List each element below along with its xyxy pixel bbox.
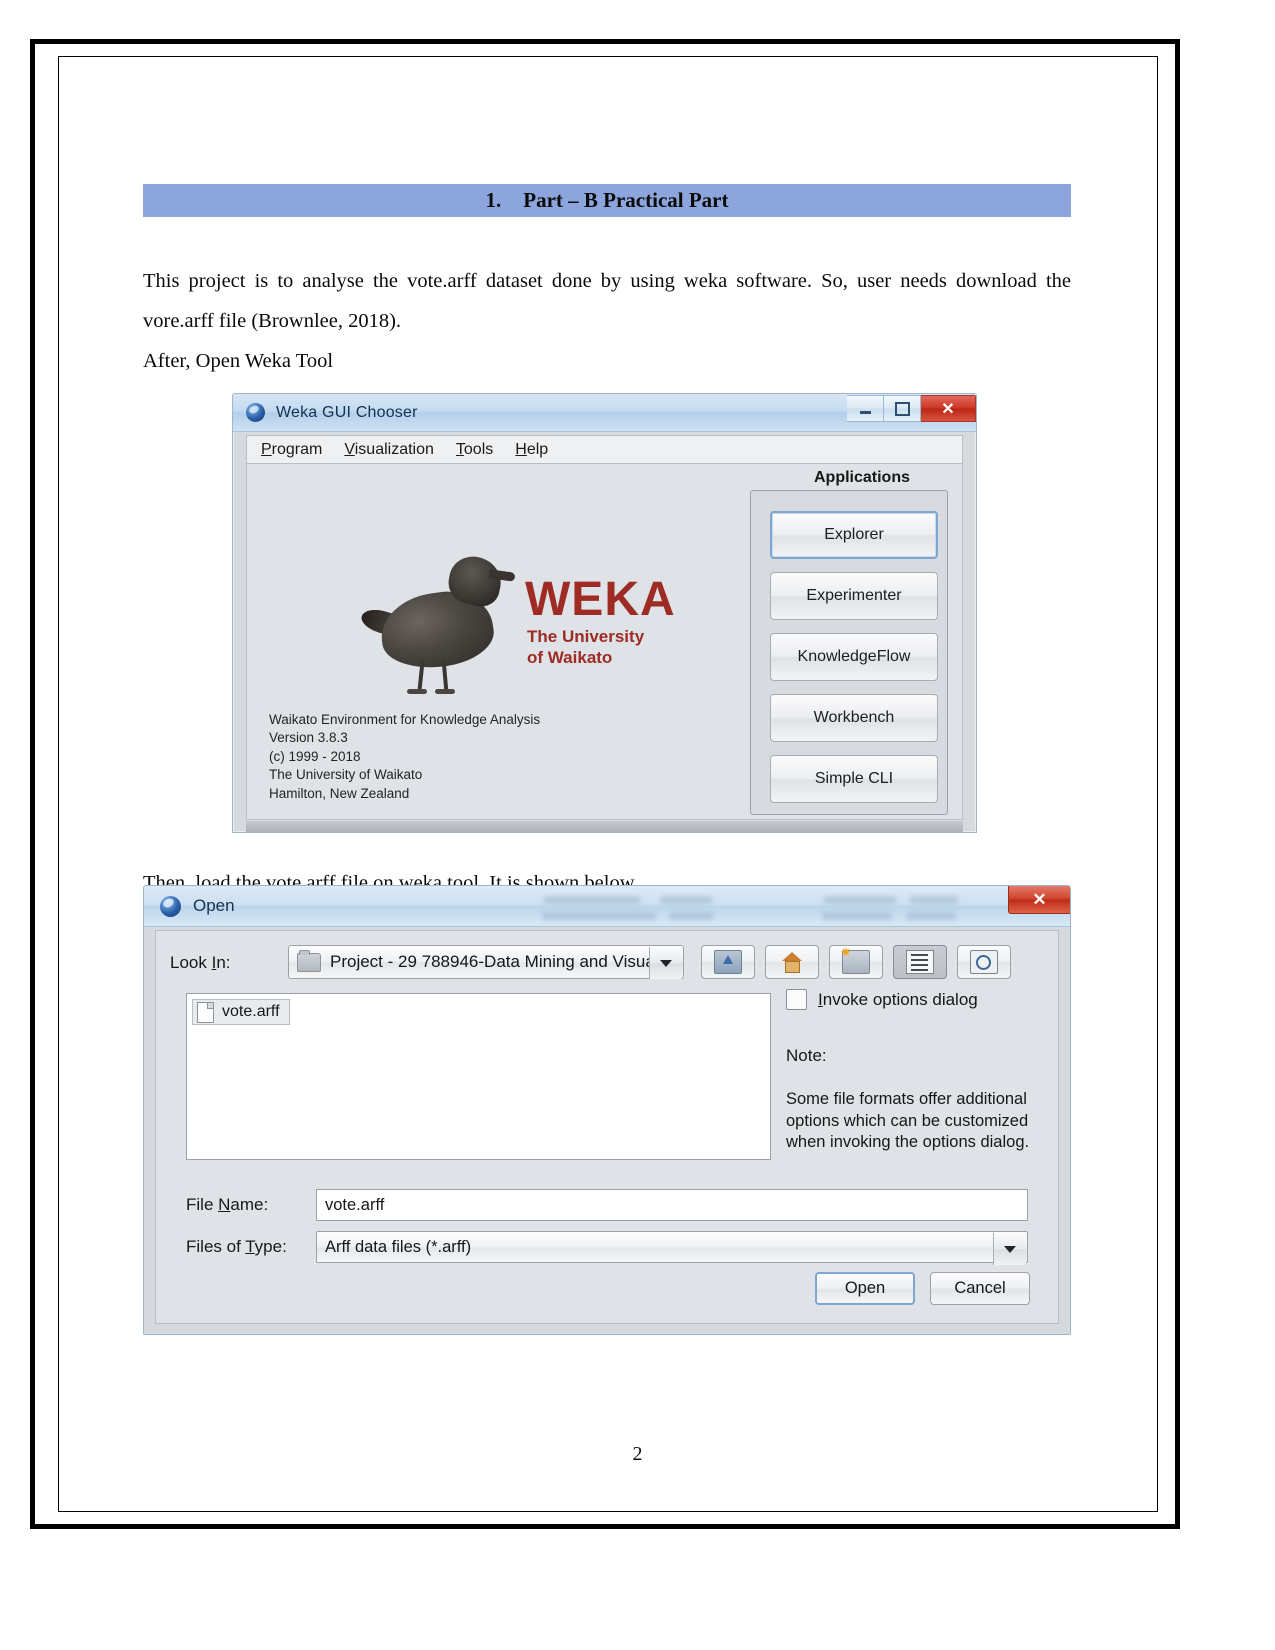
weka-university-line1: The University <box>527 627 645 646</box>
file-item-label: vote.arff <box>222 1003 280 1020</box>
look-in-value: Project - 29 788946-Data Mining and Visu… <box>330 952 669 971</box>
menu-item-tools[interactable]: Tools <box>456 441 493 459</box>
file-name-row: File Name: vote.arff <box>186 1189 1028 1221</box>
heading-number: 1. <box>485 188 502 212</box>
close-button[interactable]: ✕ <box>921 395 976 422</box>
dialog-action-buttons: Open Cancel <box>815 1272 1030 1305</box>
aero-blur-ghost <box>144 886 1070 926</box>
look-in-row: Look In: Project - 29 788946-Data Mining… <box>170 945 1044 981</box>
chevron-down-icon[interactable] <box>649 947 682 979</box>
files-of-type-label: Files of Type: <box>186 1237 287 1256</box>
paragraph-intro: This project is to analyse the vote.arff… <box>143 270 1071 332</box>
open-dialog-close-button[interactable]: ✕ <box>1008 886 1070 914</box>
list-view-button[interactable] <box>893 945 947 979</box>
version-line-2: (c) 1999 - 2018 <box>269 748 361 764</box>
weka-window-body: WEKA The University of Waikato Waikato E… <box>246 463 963 820</box>
look-in-label: Look In: <box>170 953 231 972</box>
weka-menu-bar: Program Visualization Tools Help <box>246 435 963 464</box>
page-content: 1. Part – B Practical Part This project … <box>143 60 1071 381</box>
knowledgeflow-button[interactable]: KnowledgeFlow <box>770 633 938 681</box>
weka-university-line: The University of Waikato <box>527 626 644 668</box>
details-view-icon <box>970 950 998 974</box>
invoke-options-label: Invoke options dialog <box>818 989 978 1009</box>
look-in-combobox[interactable]: Project - 29 788946-Data Mining and Visu… <box>288 945 684 979</box>
open-dialog-title-bar: Open ✕ <box>144 886 1070 927</box>
list-view-icon <box>906 950 934 974</box>
create-new-folder-icon <box>840 945 870 974</box>
home-button[interactable] <box>765 945 819 979</box>
chevron-down-icon-filetype[interactable] <box>993 1233 1026 1265</box>
simple-cli-button[interactable]: Simple CLI <box>770 755 938 803</box>
maximize-button[interactable] <box>884 395 921 422</box>
files-of-type-value: Arff data files (*.arff) <box>325 1237 472 1256</box>
experimenter-button[interactable]: Experimenter <box>770 572 938 620</box>
open-dialog-title: Open <box>193 896 235 915</box>
workbench-button[interactable]: Workbench <box>770 694 938 742</box>
note-body: Some file formats offer additional optio… <box>786 1090 1030 1151</box>
weka-window-footer <box>246 821 963 832</box>
weka-version-info: Waikato Environment for Knowledge Analys… <box>269 711 540 804</box>
open-dialog-body: Look In: Project - 29 788946-Data Mining… <box>155 930 1059 1324</box>
files-of-type-combobox[interactable]: Arff data files (*.arff) <box>316 1231 1028 1265</box>
weka-gui-chooser-window: Weka GUI Chooser ✕ Program Visualization… <box>232 393 977 833</box>
version-line-3: The University of Waikato <box>269 767 423 782</box>
menu-item-visualization[interactable]: Visualization <box>344 441 434 459</box>
file-list-panel[interactable]: vote.arff <box>186 993 771 1160</box>
weka-title-bar: Weka GUI Chooser ✕ <box>233 394 976 432</box>
weka-university-line2: of Waikato <box>527 648 613 667</box>
list-item[interactable]: vote.arff <box>192 999 290 1025</box>
files-of-type-row: Files of Type: Arff data files (*.arff) <box>186 1231 1028 1265</box>
section-heading: 1. Part – B Practical Part <box>143 184 1071 217</box>
heading-title: Part – B Practical Part <box>523 188 729 212</box>
file-name-label: File Name: <box>186 1195 269 1214</box>
document-page: 1. Part – B Practical Part This project … <box>0 0 1275 1650</box>
note-title: Note: <box>786 1046 827 1065</box>
minimize-button[interactable] <box>847 395 884 422</box>
version-line-0: Waikato Environment for Knowledge Analys… <box>269 711 541 727</box>
page-number: 2 <box>632 1443 643 1465</box>
home-icon <box>779 951 805 973</box>
file-icon <box>197 1001 214 1023</box>
weka-window-title: Weka GUI Chooser <box>276 403 418 421</box>
version-line-4: Hamilton, New Zealand <box>269 785 410 801</box>
invoke-options-checkbox[interactable] <box>786 989 807 1010</box>
applications-legend: Applications <box>808 469 915 487</box>
folder-icon <box>297 949 321 972</box>
weka-app-icon <box>246 403 265 422</box>
create-new-folder-button[interactable] <box>829 945 883 979</box>
file-name-input[interactable]: vote.arff <box>316 1189 1028 1221</box>
options-pane: Invoke options dialog Note: Some file fo… <box>786 989 1046 1154</box>
open-dialog-icon <box>160 895 181 917</box>
version-line-1: Version 3.8.3 <box>269 730 348 745</box>
applications-panel: Explorer Experimenter KnowledgeFlow Work… <box>750 490 948 815</box>
paragraph-open-weka: After, Open Weka Tool <box>143 350 334 372</box>
file-name-value: vote.arff <box>325 1195 385 1214</box>
open-button[interactable]: Open <box>815 1272 915 1305</box>
invoke-options-row[interactable]: Invoke options dialog <box>786 989 1046 1010</box>
weka-bird-logo-icon <box>357 549 522 699</box>
menu-item-program[interactable]: Program <box>261 441 322 459</box>
weka-window-controls: ✕ <box>847 394 976 422</box>
weka-wordmark: WEKA <box>525 573 676 626</box>
up-one-level-icon <box>714 950 742 974</box>
cancel-button[interactable]: Cancel <box>930 1272 1030 1305</box>
up-one-level-button[interactable] <box>701 945 755 979</box>
details-view-button[interactable] <box>957 945 1011 979</box>
menu-item-help[interactable]: Help <box>515 441 548 459</box>
explorer-button[interactable]: Explorer <box>770 511 938 559</box>
open-file-dialog: Open ✕ Look In: Project - 29 788946-Data… <box>143 885 1071 1335</box>
